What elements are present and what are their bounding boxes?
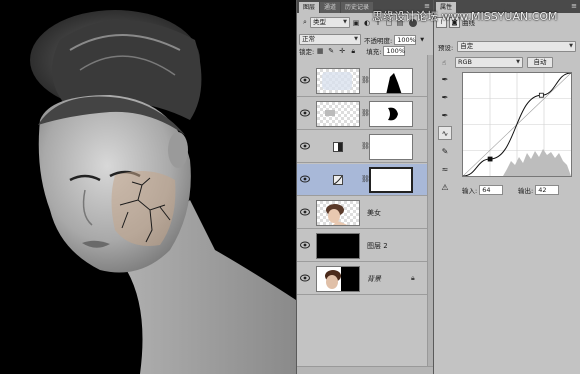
output-group: 输出: 42 xyxy=(518,185,560,195)
opacity-label: 不透明度: xyxy=(364,36,393,45)
eye-icon[interactable] xyxy=(300,241,310,249)
layers-bottom-toolbar xyxy=(297,366,433,374)
lock-icon: 🔒︎ xyxy=(411,274,415,282)
layer-list: ⛓ ⛓ ⛓ ⛓ 美女 图层 2 背景 🔒︎ xyxy=(297,55,428,366)
layers-panel: 图层 通道 历史记录 ≡ ⌕ 类型 ▼ ▣ ◐ T ▢ ▤ 正常 ▼ 不透明度: 1… xyxy=(296,0,433,374)
opacity-input[interactable]: 100% xyxy=(394,34,417,45)
channel-select[interactable]: RGB ▼ xyxy=(455,57,523,68)
chevron-down-icon: ▼ xyxy=(569,43,573,49)
eye-icon[interactable] xyxy=(300,208,310,216)
curve-tools: ✒ ✒ ✒ ∿ ✎ ≈ ⚠ xyxy=(438,72,456,198)
blend-mode-select[interactable]: 正常 ▼ xyxy=(299,34,361,45)
curves-graph[interactable] xyxy=(462,72,572,177)
gray-eyedropper-icon[interactable]: ✒ xyxy=(438,90,452,104)
mask-shape xyxy=(386,73,402,93)
portrait-thumb xyxy=(325,267,359,291)
output-label: 输出: xyxy=(518,187,534,195)
black-white-adjustment-icon xyxy=(333,142,343,152)
preset-select[interactable]: 自定 ▼ xyxy=(457,41,576,52)
watermark: 思缘设计论坛 www.MISSYUAN.COM xyxy=(372,10,558,23)
document-canvas[interactable] xyxy=(0,0,296,374)
preset-label: 预设: xyxy=(438,43,454,52)
curve-control-point[interactable] xyxy=(538,92,544,98)
chevron-down-icon: ▼ xyxy=(516,59,520,65)
pencil-tool-icon[interactable]: ✎ xyxy=(438,144,452,158)
curve-glyph xyxy=(333,175,343,185)
search-icon: ⌕ xyxy=(303,18,307,26)
layer-name[interactable]: 背景 xyxy=(367,274,381,284)
histogram xyxy=(503,149,571,176)
chevron-down-icon: ▼ xyxy=(354,36,358,42)
curve-point-tool-icon[interactable]: ∿ xyxy=(438,126,452,140)
canvas-artwork xyxy=(0,0,296,374)
properties-empty-area xyxy=(434,200,580,374)
curve-control-point[interactable] xyxy=(487,156,493,162)
tab-history[interactable]: 历史记录 xyxy=(341,2,374,13)
filter-kind-select[interactable]: 类型 ▼ xyxy=(310,17,350,28)
mask-shape xyxy=(388,107,398,121)
tab-channels[interactable]: 通道 xyxy=(320,2,341,13)
layer-mask-thumbnail[interactable] xyxy=(369,101,413,127)
blend-opacity-row: 正常 ▼ 不透明度: 100% ▼ xyxy=(299,33,431,46)
properties-panel: 属性 ≡ ⌇ ◙ 曲线 预设: 自定 ▼ ☝ RGB ▼ 自动 ✒ ✒ ✒ ∿ ✎ … xyxy=(433,0,580,374)
histogram-warning-icon[interactable]: ⚠ xyxy=(438,180,452,194)
white-eyedropper-icon[interactable]: ✒ xyxy=(438,108,452,122)
filter-adjustment-icon[interactable]: ◐ xyxy=(362,18,372,28)
layer-row-photo[interactable]: 美女 xyxy=(297,197,428,229)
layer-thumbnail xyxy=(316,68,360,94)
curve-plot xyxy=(462,72,572,177)
input-group: 输入: 64 xyxy=(462,185,504,195)
layer-mask-thumbnail[interactable] xyxy=(369,134,413,160)
layer-row-background[interactable]: 背景 🔒︎ xyxy=(297,263,428,295)
layer-thumbnail xyxy=(316,233,360,259)
filter-pixel-icon[interactable]: ▣ xyxy=(351,18,361,28)
auto-button[interactable]: 自动 xyxy=(527,57,553,68)
layer-row-black[interactable]: 图层 2 xyxy=(297,230,428,262)
portrait-thumb xyxy=(326,204,348,225)
layer-mask-thumbnail[interactable] xyxy=(369,68,413,94)
layer-row-texture[interactable]: ⛓ xyxy=(297,65,428,97)
chevron-down-icon[interactable]: ▼ xyxy=(417,35,427,45)
layer-thumbnail xyxy=(316,200,360,226)
layer-name[interactable]: 美女 xyxy=(367,208,381,218)
panel-menu-icon[interactable]: ≡ xyxy=(571,2,577,10)
eye-icon[interactable] xyxy=(300,274,310,282)
tab-layers[interactable]: 图层 xyxy=(299,2,320,13)
eye-icon[interactable] xyxy=(300,76,310,84)
layer-row-crack[interactable]: ⛓ xyxy=(297,98,428,130)
channel-row: ☝ RGB ▼ 自动 xyxy=(438,56,576,69)
black-eyedropper-icon[interactable]: ✒ xyxy=(438,72,452,86)
preset-row: 预设: 自定 ▼ xyxy=(438,40,576,53)
layer-name[interactable]: 图层 2 xyxy=(367,241,388,251)
smooth-icon[interactable]: ≈ xyxy=(438,162,452,176)
layer-thumbnail xyxy=(316,101,360,127)
chevron-down-icon: ▼ xyxy=(343,19,347,25)
layer-thumbnail xyxy=(316,266,360,292)
input-field[interactable]: 64 xyxy=(479,185,504,195)
layer-mask-thumbnail[interactable] xyxy=(369,167,413,193)
target-adjust-icon[interactable]: ☝ xyxy=(439,58,449,68)
eye-icon[interactable] xyxy=(300,109,310,117)
layer-row-curves[interactable]: ⛓ xyxy=(297,164,428,196)
layer-row-adjustment[interactable]: ⛓ xyxy=(297,131,428,163)
eye-icon[interactable] xyxy=(300,175,310,183)
curves-adjustment-icon xyxy=(333,175,343,185)
input-label: 输入: xyxy=(462,187,478,195)
output-field[interactable]: 42 xyxy=(535,185,560,195)
eye-icon[interactable] xyxy=(300,142,310,150)
